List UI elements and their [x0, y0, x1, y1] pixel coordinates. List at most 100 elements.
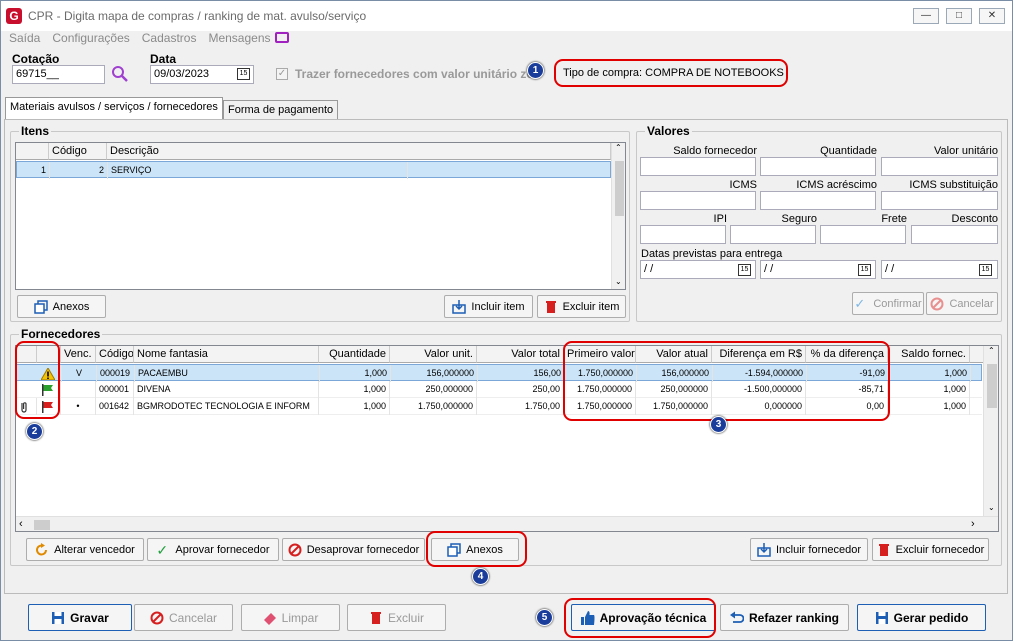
- col-header-codigo[interactable]: Código: [96, 346, 134, 363]
- icms-acrescimo-input[interactable]: [760, 191, 876, 210]
- col-header-valor-unit[interactable]: Valor unit.: [390, 346, 477, 363]
- scroll-down-icon[interactable]: ⌄: [988, 503, 995, 512]
- aprovar-fornecedor-label: Aprovar fornecedor: [175, 543, 270, 556]
- itens-grid[interactable]: Código Descrição 1 2 SERVIÇO ⌃ ⌄: [15, 142, 626, 290]
- valor-unitario-label: Valor unitário: [934, 145, 998, 157]
- trazer-checkbox[interactable]: ✓: [276, 68, 288, 80]
- incluir-fornecedor-button[interactable]: Incluir fornecedor: [750, 538, 868, 561]
- alterar-vencedor-button[interactable]: Alterar vencedor: [26, 538, 144, 561]
- valor-unitario-input[interactable]: [881, 157, 998, 176]
- cell-codigo: 000019: [97, 365, 135, 382]
- trash-icon: [877, 543, 891, 557]
- step-badge-3: 3: [710, 416, 727, 433]
- cell-saldo: 1,000: [888, 381, 970, 398]
- incluir-item-label: Incluir item: [471, 300, 525, 313]
- search-icon[interactable]: [111, 65, 129, 83]
- calendar-icon[interactable]: 15: [738, 264, 751, 276]
- col-header-saldo[interactable]: Saldo fornec.: [888, 346, 970, 363]
- save-icon: [51, 611, 65, 625]
- callout-icons-column: [15, 341, 60, 419]
- cotacao-input[interactable]: 69715__: [12, 65, 105, 84]
- tab-forma-pagamento[interactable]: Forma de pagamento: [223, 100, 339, 121]
- itens-anexos-button[interactable]: Anexos: [17, 295, 106, 318]
- menu-cadastros[interactable]: Cadastros: [142, 31, 197, 45]
- minimize-icon: —: [921, 10, 931, 21]
- cell-codigo: 000001: [96, 381, 134, 398]
- saldo-fornecedor-input[interactable]: [640, 157, 756, 176]
- download-icon: [452, 299, 467, 314]
- gerar-pedido-button[interactable]: Gerar pedido: [857, 604, 986, 631]
- quantidade-input[interactable]: [760, 157, 876, 176]
- main-window: G CPR - Digita mapa de compras / ranking…: [0, 0, 1013, 641]
- desaprovar-fornecedor-label: Desaprovar fornecedor: [306, 543, 420, 556]
- tipo-compra-text: Tipo de compra: COMPRA DE NOTEBOOKS: [563, 67, 784, 79]
- aprovar-fornecedor-button[interactable]: ✓ Aprovar fornecedor: [147, 538, 279, 561]
- limpar-button[interactable]: Limpar: [241, 604, 340, 631]
- incluir-item-button[interactable]: Incluir item: [444, 295, 533, 318]
- menu-bar: Saída Configurações Cadastros Mensagens: [1, 29, 293, 46]
- cancelar-valores-button[interactable]: Cancelar: [926, 292, 998, 315]
- col-header-venc[interactable]: Venc.: [61, 346, 96, 363]
- ipi-input[interactable]: [640, 225, 726, 244]
- scroll-up-icon[interactable]: ⌃: [615, 143, 622, 152]
- limpar-label: Limpar: [281, 610, 319, 625]
- close-button[interactable]: ✕: [979, 8, 1005, 24]
- gravar-button[interactable]: Gravar: [28, 604, 132, 631]
- col-header-quantidade[interactable]: Quantidade: [319, 346, 390, 363]
- cell-nome: PACAEMBU: [135, 365, 320, 382]
- scroll-up-icon[interactable]: ⌃: [988, 346, 995, 355]
- excluir-item-button[interactable]: Excluir item: [537, 295, 626, 318]
- cell-descricao: SERVIÇO: [108, 162, 408, 179]
- excluir-button[interactable]: Excluir: [347, 604, 446, 631]
- cell-valor-total: 156,00: [478, 365, 565, 382]
- icms-acrescimo-label: ICMS acréscimo: [796, 179, 877, 191]
- seguro-label: Seguro: [781, 213, 817, 225]
- icms-substituicao-input[interactable]: [881, 191, 998, 210]
- app-logo-icon: G: [6, 8, 22, 24]
- copy-icon: [33, 299, 48, 314]
- table-row[interactable]: 1 2 SERVIÇO: [16, 161, 611, 179]
- excluir-item-label: Excluir item: [562, 300, 620, 313]
- desaprovar-fornecedor-button[interactable]: Desaprovar fornecedor: [282, 538, 425, 561]
- excluir-fornecedor-button[interactable]: Excluir fornecedor: [872, 538, 989, 561]
- tab-materiais[interactable]: Materiais avulsos / serviços / fornecedo…: [5, 97, 223, 120]
- icms-input[interactable]: [640, 191, 756, 210]
- cancelar-valores-label: Cancelar: [949, 297, 994, 310]
- seguro-input[interactable]: [730, 225, 816, 244]
- col-header-descricao[interactable]: Descrição: [107, 143, 611, 160]
- scroll-right-icon[interactable]: ›: [971, 518, 975, 530]
- fornecedores-hscrollbar[interactable]: ‹ ›: [16, 516, 998, 531]
- cell-venc: V: [62, 365, 97, 382]
- step-badge-1: 1: [527, 62, 544, 79]
- incluir-fornecedor-label: Incluir fornecedor: [776, 543, 861, 556]
- calendar-icon[interactable]: 15: [979, 264, 992, 276]
- fornecedores-vscrollbar[interactable]: ⌃ ⌄: [983, 346, 998, 516]
- col-header-codigo[interactable]: Código: [49, 143, 107, 160]
- refazer-ranking-button[interactable]: Refazer ranking: [720, 604, 849, 631]
- cancel-icon: [930, 297, 944, 311]
- calendar-icon[interactable]: 15: [858, 264, 871, 276]
- col-header-valor-total[interactable]: Valor total: [477, 346, 564, 363]
- cancelar-button[interactable]: Cancelar: [134, 604, 233, 631]
- itens-scrollbar[interactable]: ⌃ ⌄: [611, 143, 625, 289]
- cell-saldo: 1,000: [888, 398, 970, 415]
- fornecedores-title: Fornecedores: [19, 327, 103, 341]
- callout-anexos: [426, 531, 527, 567]
- scroll-left-icon[interactable]: ‹: [19, 518, 23, 530]
- cancelar-label: Cancelar: [168, 610, 218, 625]
- desconto-input[interactable]: [911, 225, 998, 244]
- download-icon: [757, 542, 771, 557]
- restore-button[interactable]: □: [946, 8, 972, 24]
- confirmar-button[interactable]: ✓ Confirmar: [852, 292, 924, 315]
- calendar-icon[interactable]: 15: [237, 68, 250, 80]
- menu-mensagens[interactable]: Mensagens: [208, 31, 270, 45]
- col-header-nome[interactable]: Nome fantasia: [134, 346, 319, 363]
- cell-valor-total: 1.750,00: [477, 398, 564, 415]
- scroll-down-icon[interactable]: ⌄: [615, 277, 622, 286]
- menu-saida[interactable]: Saída: [9, 31, 40, 45]
- menu-configuracoes[interactable]: Configurações: [52, 31, 129, 45]
- minimize-button[interactable]: —: [913, 8, 939, 24]
- cell-valor-total: 250,00: [477, 381, 564, 398]
- frete-input[interactable]: [820, 225, 906, 244]
- monitor-icon[interactable]: [274, 32, 289, 43]
